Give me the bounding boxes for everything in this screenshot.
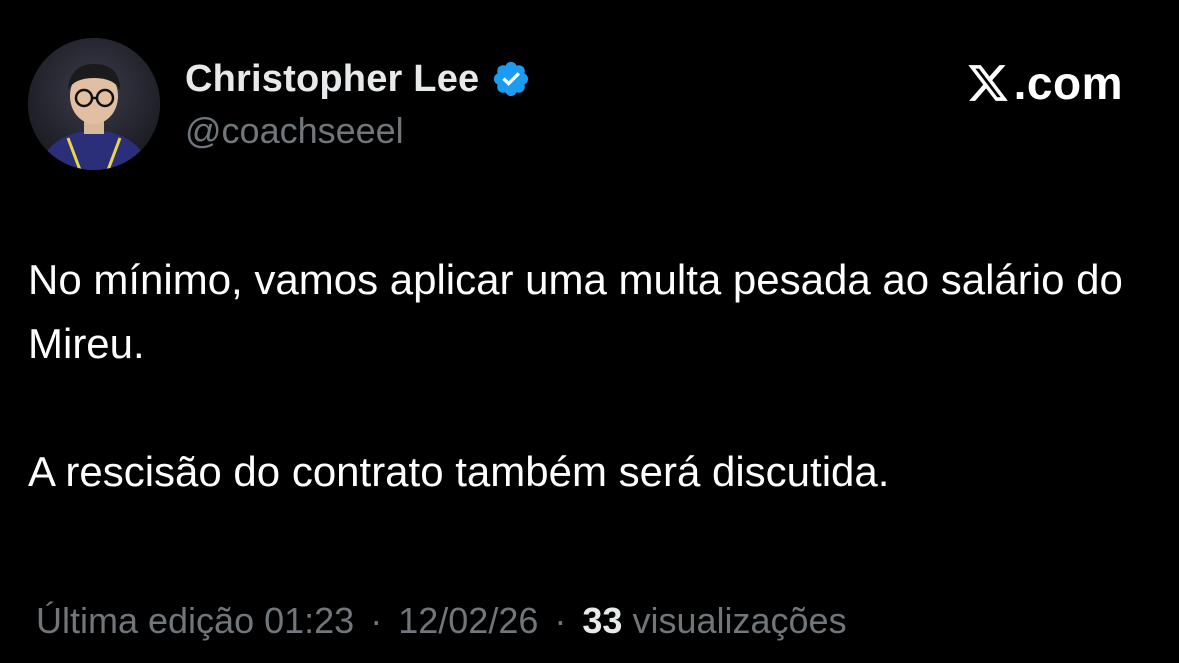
tweet-paragraph: A rescisão do contrato também será discu…: [28, 448, 890, 495]
tweet-header: Christopher Lee @coachseeel .com: [28, 38, 1123, 170]
tweet-text: No mínimo, vamos aplicar uma multa pesad…: [28, 248, 1138, 504]
tweet-meta: Última edição 01:23 · 12/02/26 · 33 visu…: [36, 600, 847, 642]
meta-separator: ·: [370, 600, 383, 641]
views-count[interactable]: 33: [582, 600, 622, 641]
author-display-name[interactable]: Christopher Lee: [185, 58, 479, 101]
author-name-row: Christopher Lee: [185, 56, 531, 102]
edited-label[interactable]: Última edição: [36, 600, 254, 641]
avatar[interactable]: [28, 38, 160, 170]
views-label[interactable]: visualizações: [632, 600, 846, 641]
meta-separator: ·: [554, 600, 567, 641]
author-identity: Christopher Lee @coachseeel: [185, 56, 531, 152]
tweet-time[interactable]: 01:23: [264, 600, 354, 641]
tweet-date[interactable]: 12/02/26: [398, 600, 538, 641]
avatar-image: [28, 38, 160, 170]
brand-domain: .com: [1013, 57, 1123, 109]
x-com-brand: .com: [966, 57, 1123, 109]
author-handle[interactable]: @coachseeel: [185, 110, 531, 152]
tweet-paragraph: No mínimo, vamos aplicar uma multa pesad…: [28, 256, 1123, 367]
verified-badge-icon: [494, 61, 529, 97]
x-logo-icon: [967, 65, 1008, 101]
